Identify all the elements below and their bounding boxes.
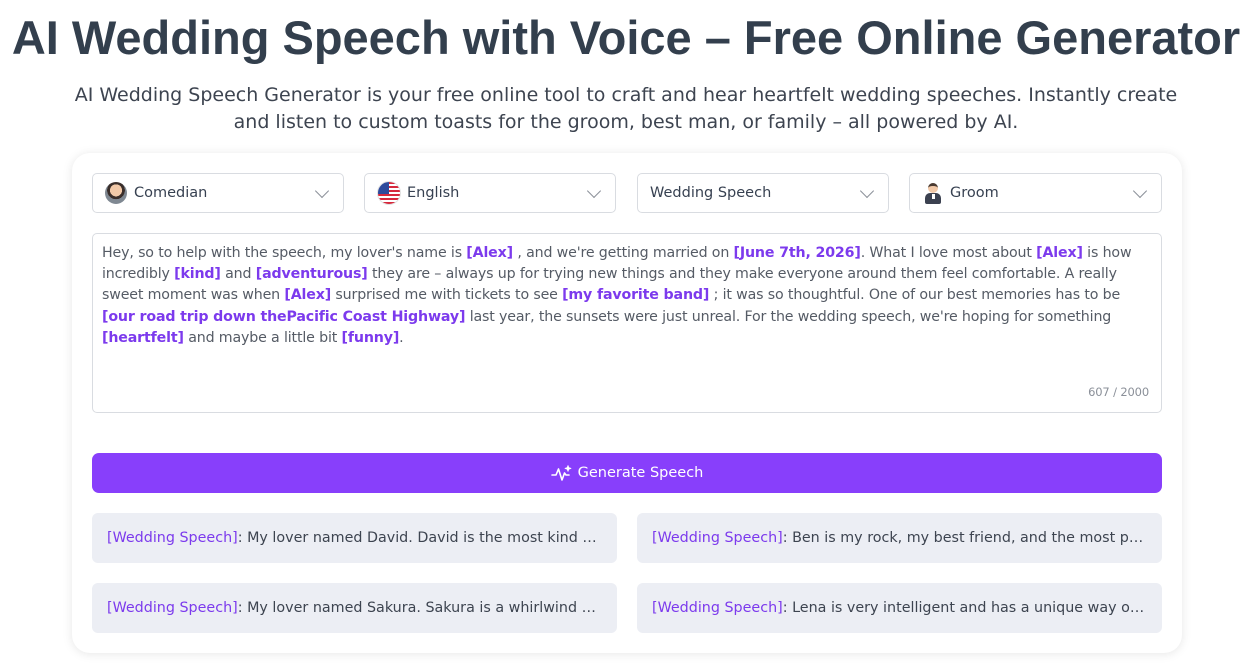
page-title: AI Wedding Speech with Voice – Free Onli… — [11, 11, 1241, 64]
prompt-text-segment: , and we're getting married on — [512, 245, 734, 261]
prompt-text-segment: . What I love most about — [860, 245, 1037, 261]
speech-prompt-textarea[interactable]: Hey, so to help with the speech, my love… — [92, 233, 1162, 413]
speech-type-select-value: Wedding Speech — [650, 185, 772, 201]
prompt-placeholder: [Alex] — [466, 245, 513, 261]
chevron-down-icon — [1132, 183, 1148, 199]
speech-type-select[interactable]: Wedding Speech — [637, 173, 889, 213]
groom-icon — [922, 182, 944, 204]
prompt-placeholder: [our road trip down thePacific Coast Hig… — [102, 308, 466, 325]
generate-speech-button[interactable]: Generate Speech — [92, 453, 1162, 493]
prompt-placeholder: [funny] — [341, 329, 400, 346]
prompt-placeholder: [heartfelt] — [102, 329, 184, 346]
example-text: : My lover named David. David is the mos… — [237, 530, 602, 546]
prompt-text-segment: surprised me with tickets to see — [331, 287, 563, 304]
language-select[interactable]: English — [364, 173, 616, 213]
prompt-placeholder: [Alex] — [1036, 245, 1083, 261]
example-tag: [Wedding Speech] — [107, 530, 238, 546]
example-prompt[interactable]: [Wedding Speech]: Lena is very intellige… — [637, 583, 1162, 633]
voice-select-value: Comedian — [134, 185, 208, 201]
page: AI Wedding Speech with Voice – Free Onli… — [0, 0, 1252, 664]
chevron-down-icon — [586, 183, 602, 199]
prompt-placeholder: [my favorite band] — [562, 287, 710, 304]
example-prompt[interactable]: [Wedding Speech]: My lover named David. … — [92, 513, 617, 563]
character-counter: 607 / 2000 — [1088, 384, 1149, 399]
us-flag-icon — [377, 181, 401, 205]
voice-select[interactable]: Comedian — [92, 173, 344, 213]
prompt-placeholder: [Alex] — [284, 287, 332, 304]
generate-speech-label: Generate Speech — [577, 465, 704, 481]
prompt-text-segment: . — [399, 329, 404, 346]
example-tag: [Wedding Speech] — [107, 600, 238, 616]
example-text: : My lover named Sakura. Sakura is a whi… — [237, 600, 602, 616]
role-select[interactable]: Groom — [909, 173, 1162, 213]
chevron-down-icon — [314, 183, 330, 199]
prompt-text-segment: ; it was so thoughtful. One of our best … — [709, 287, 1121, 304]
example-tag: [Wedding Speech] — [652, 530, 783, 546]
example-prompt[interactable]: [Wedding Speech]: My lover named Sakura.… — [92, 583, 617, 633]
prompt-text-segment: and — [220, 266, 256, 283]
comedian-avatar-icon — [105, 182, 127, 204]
example-prompt[interactable]: [Wedding Speech]: Ben is my rock, my bes… — [637, 513, 1162, 563]
prompt-text-segment: Hey, so to help with the speech, my love… — [102, 245, 467, 261]
prompt-placeholder: [June 7th, 2026] — [733, 245, 861, 261]
page-subtitle: AI Wedding Speech Generator is your free… — [74, 84, 1178, 133]
chevron-down-icon — [859, 183, 875, 199]
speech-prompt-text: Hey, so to help with the speech, my love… — [102, 243, 1152, 349]
generator-card: Comedian English Wedding Speech Groom He… — [72, 153, 1182, 653]
example-tag: [Wedding Speech] — [652, 600, 783, 616]
prompt-placeholder: [adventurous] — [255, 266, 368, 283]
prompt-text-segment: and maybe a little bit — [183, 329, 342, 346]
sparkle-wave-icon — [550, 465, 572, 481]
example-text: : Lena is very intelligent and has a uni… — [782, 600, 1147, 616]
example-text: : Ben is my rock, my best friend, and th… — [782, 530, 1147, 546]
prompt-text-segment: last year, the sunsets were just unreal.… — [465, 308, 1112, 325]
prompt-placeholder: [kind] — [174, 266, 221, 283]
role-select-value: Groom — [950, 185, 999, 201]
language-select-value: English — [407, 185, 460, 201]
